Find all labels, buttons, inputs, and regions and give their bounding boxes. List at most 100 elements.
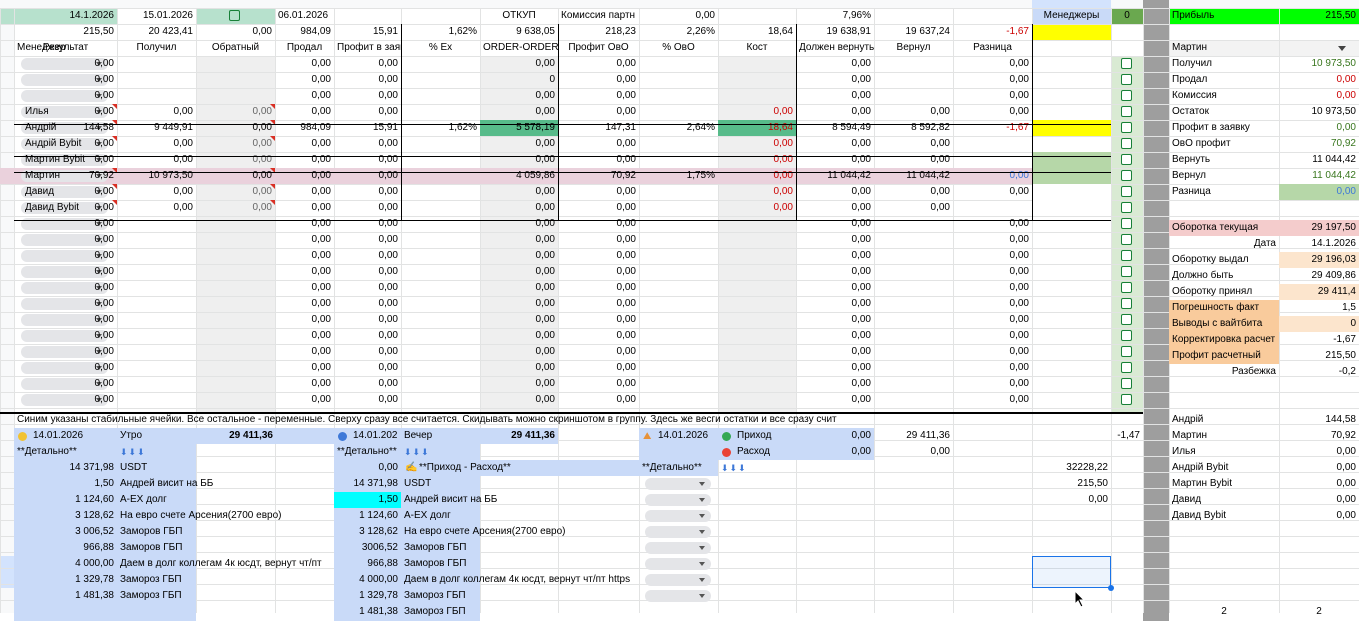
evening-item-text[interactable]: Заморов ГБП [401, 540, 639, 556]
selection-range[interactable] [1032, 556, 1111, 588]
data-cell[interactable]: 0,00 [558, 280, 639, 296]
row-checkbox[interactable] [1121, 170, 1132, 181]
data-cell[interactable]: 0,00 [796, 264, 874, 280]
data-cell[interactable]: 0,00 [558, 248, 639, 264]
data-cell[interactable]: 0,00 [480, 296, 558, 312]
data-cell[interactable]: 0,00 [953, 280, 1032, 296]
evening-item-text[interactable]: Андрей висит на ББ [401, 492, 639, 508]
flows-value[interactable]: 29 411,36 [874, 428, 953, 444]
data-cell[interactable]: 0 [480, 72, 558, 88]
data-cell[interactable]: 0,00 [275, 72, 334, 88]
side-value[interactable]: 11 044,42 [1279, 168, 1359, 184]
data-cell[interactable] [718, 264, 796, 280]
evening-item-text[interactable]: Замороз ГБП [401, 588, 639, 604]
data-cell[interactable]: 0,00 [480, 360, 558, 376]
data-cell[interactable]: 0,00 [558, 312, 639, 328]
data-cell[interactable] [874, 280, 953, 296]
side-value[interactable]: -1,67 [1279, 332, 1359, 348]
data-cell[interactable]: 0,00 [718, 104, 796, 120]
data-cell[interactable]: 0,00 [14, 136, 117, 152]
data-cell[interactable] [401, 136, 480, 152]
data-cell[interactable]: 0,00 [953, 56, 1032, 72]
data-cell[interactable] [117, 216, 196, 232]
result-value[interactable]: 0,00 [1279, 444, 1359, 460]
data-cell[interactable] [874, 72, 953, 88]
evening-item-value[interactable]: 1 481,38 [334, 604, 401, 620]
data-cell[interactable] [718, 280, 796, 296]
row-checkbox[interactable] [1121, 298, 1132, 309]
morning-item-value[interactable]: 4 000,00 [14, 556, 117, 572]
data-cell[interactable] [401, 168, 480, 184]
morning-detail[interactable]: **Детально** [14, 444, 117, 460]
arrow-icons[interactable]: ⬇⬇⬇ [718, 460, 797, 476]
data-cell[interactable]: 0,00 [480, 136, 558, 152]
evening-sum[interactable]: 0,00 [334, 460, 401, 476]
data-cell[interactable]: 0,00 [334, 184, 401, 200]
data-cell[interactable]: 0,00 [953, 344, 1032, 360]
data-cell[interactable] [718, 376, 796, 392]
data-cell[interactable] [639, 136, 718, 152]
evening-item-value[interactable]: 1 124,60 [334, 508, 401, 524]
data-cell[interactable] [639, 104, 718, 120]
data-cell[interactable]: 0,00 [796, 152, 874, 168]
evening-total[interactable]: 29 411,36 [480, 428, 558, 444]
morning-item-text[interactable]: Замороз ГБП [117, 588, 334, 604]
data-cell[interactable] [874, 216, 953, 232]
row-checkbox[interactable] [1121, 362, 1132, 373]
data-cell[interactable]: 0,00 [718, 168, 796, 184]
data-cell[interactable]: 0,00 [117, 104, 196, 120]
morning-sum[interactable]: 14 371,98 [14, 460, 117, 476]
data-cell[interactable] [401, 184, 480, 200]
data-cell[interactable]: 147,31 [558, 120, 639, 136]
data-cell[interactable]: 0,00 [558, 376, 639, 392]
data-cell[interactable] [639, 248, 718, 264]
data-cell[interactable]: 0,00 [480, 152, 558, 168]
data-cell[interactable]: 0,00 [558, 360, 639, 376]
data-cell[interactable]: 0,00 [796, 312, 874, 328]
data-cell[interactable] [117, 392, 196, 408]
evening-date[interactable]: 14.01.202 [350, 428, 401, 444]
evening-usdt[interactable]: 14 371,98 [334, 476, 401, 492]
data-cell[interactable]: 2,64% [639, 120, 718, 136]
data-cell[interactable] [117, 376, 196, 392]
data-cell[interactable] [196, 280, 275, 296]
checkbox[interactable] [229, 10, 240, 21]
data-cell[interactable]: 0,00 [480, 248, 558, 264]
data-cell[interactable]: 0,00 [196, 184, 275, 200]
data-cell[interactable]: 1,62% [401, 120, 480, 136]
data-cell[interactable]: 0,00 [14, 104, 117, 120]
evening-flow-label[interactable]: **Приход - Расход** [401, 460, 558, 476]
data-cell[interactable]: 984,09 [275, 120, 334, 136]
data-cell[interactable] [874, 56, 953, 72]
expense-value[interactable]: 0,00 [796, 444, 874, 460]
bottom-value[interactable]: 2 [1279, 604, 1359, 620]
data-cell[interactable] [117, 88, 196, 104]
data-cell[interactable]: 0,00 [14, 344, 117, 360]
row-checkbox[interactable] [1121, 106, 1132, 117]
data-cell[interactable]: 0,00 [334, 232, 401, 248]
data-cell[interactable]: 144,58 [14, 120, 117, 136]
data-cell[interactable] [718, 360, 796, 376]
side-value[interactable]: 0 [1279, 316, 1359, 332]
data-cell[interactable]: 0,00 [14, 248, 117, 264]
managers-label[interactable]: Менеджеры [1032, 8, 1111, 24]
data-cell[interactable]: 0,00 [275, 344, 334, 360]
morning-item-text[interactable]: Заморов ГБП [117, 540, 334, 556]
data-cell[interactable]: 0,00 [558, 184, 639, 200]
item-dropdown[interactable] [645, 590, 711, 602]
side-value[interactable]: 0,00 [1279, 88, 1359, 104]
evening-item-text[interactable]: На евро счете Арсения(2700 евро) [401, 524, 639, 540]
data-cell[interactable]: 0,00 [14, 184, 117, 200]
data-cell[interactable] [401, 200, 480, 216]
data-cell[interactable]: 0,00 [334, 88, 401, 104]
data-cell[interactable] [874, 312, 953, 328]
data-cell[interactable]: -1,67 [953, 120, 1032, 136]
morning-item-value[interactable]: 1 329,78 [14, 572, 117, 588]
data-cell[interactable]: 0,00 [953, 168, 1032, 184]
data-cell[interactable] [401, 56, 480, 72]
data-cell[interactable] [196, 216, 275, 232]
data-cell[interactable] [196, 248, 275, 264]
data-cell[interactable]: 0,00 [275, 296, 334, 312]
data-cell[interactable]: 0,00 [14, 360, 117, 376]
data-cell[interactable]: 0,00 [117, 184, 196, 200]
